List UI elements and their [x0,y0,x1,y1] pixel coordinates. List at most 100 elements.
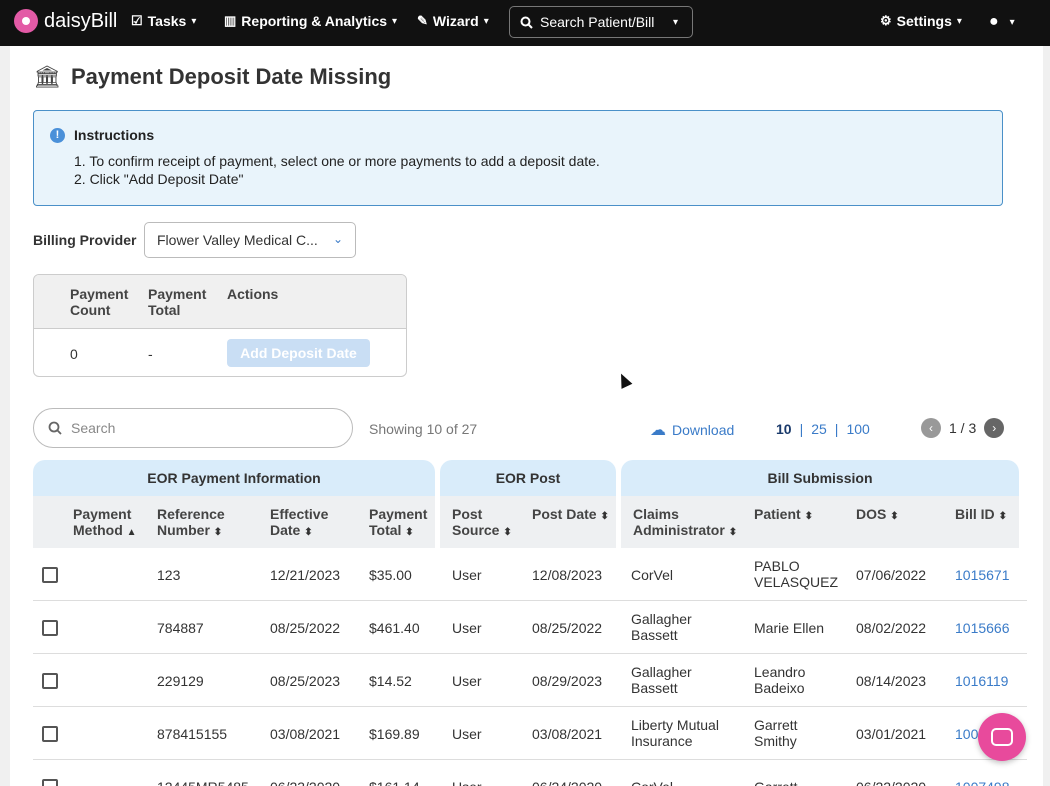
page-size-10[interactable]: 10 [776,421,792,437]
col-dos[interactable]: DOS ⬍ [856,506,916,525]
col-label: Bill ID [955,506,995,522]
row-checkbox[interactable] [42,673,58,689]
cell-total: $14.52 [369,673,412,689]
prev-page-button[interactable]: ‹ [921,418,941,438]
daisy-logo-icon [14,9,38,33]
cell-bill[interactable]: 1015666 [955,620,1010,636]
table-search-input[interactable]: Search [33,408,353,448]
sort-icon: ⬍ [503,527,512,538]
billing-provider-select[interactable]: Flower Valley Medical C... ⌄ [144,222,356,258]
search-placeholder: Search [71,420,116,436]
col-label: Patient [754,506,801,522]
cell-bill[interactable]: 1015671 [955,567,1010,583]
cell-bill[interactable]: 1016119 [955,673,1008,689]
instruction-step-1: 1. To confirm receipt of payment, select… [74,153,600,169]
payments-table: EOR Payment Information EOR Post Bill Su… [33,460,1027,786]
patient-bill-search[interactable]: Search Patient/Bill ▾ [509,6,693,38]
sort-icon: ⬍ [804,511,813,522]
nav-tasks-label: Tasks [147,13,187,29]
cell-eff: 08/25/2022 [270,620,341,636]
table-row: 12445MR5485 06/23/2020 $161.14 User 06/24/20… [33,760,1027,786]
mouse-cursor-icon [615,371,633,389]
col-label: Post Date [532,506,597,522]
cell-ref: 12445MR5485 [157,779,249,786]
cell-line: Liberty Mutual [631,717,719,733]
col-label: Post Source [452,506,500,538]
sort-icon: ⬍ [890,511,899,522]
cell-eff: 03/08/2021 [270,726,341,742]
cell-patient: Garrett Smithy [754,717,798,749]
cell-src: User [452,726,482,742]
nav-wizard[interactable]: ✎ Wizard ▾ [417,13,489,29]
cell-dos: 08/02/2022 [856,620,927,636]
col-patient[interactable]: Patient ⬍ [754,506,824,525]
cell-claims-administrator: Gallagher Bassett [631,611,692,643]
instructions-panel: ! Instructions 1. To confirm receipt of … [33,110,1003,206]
col-post-date[interactable]: Post Date ⬍ [532,506,612,525]
cell-src: User [452,673,482,689]
chat-launcher-button[interactable] [978,713,1026,761]
nav-tasks[interactable]: ☑ Tasks ▾ [131,13,196,29]
cell-bill[interactable]: 1007498 [955,779,1010,786]
download-label: Download [672,422,735,438]
logo-text: daisyBill [44,9,118,32]
cell-line: Bassett [631,627,678,643]
cell-post: 08/25/2022 [532,620,603,636]
instruction-step-2: 2. Click "Add Deposit Date" [74,171,244,187]
page-size-100[interactable]: 100 [846,421,869,437]
top-nav: daisyBill ☑ Tasks ▾ ▥ Reporting & Analyt… [0,0,1050,46]
col-post-source[interactable]: Post Source ⬍ [452,506,512,541]
payment-summary: Payment Count Payment Total Actions 0 - … [33,274,407,377]
col-payment-total[interactable]: Payment Total ⬍ [369,506,434,541]
patient-bill-search-label: Search Patient/Bill [540,14,655,30]
page-size-selector: 10 | 25 | 100 [776,421,870,437]
wand-icon: ✎ [417,13,428,28]
logo[interactable]: daisyBill [14,9,117,33]
cell-line: Gallagher [631,664,692,680]
sort-icon: ⬍ [304,527,313,538]
search-icon [48,421,62,435]
row-checkbox[interactable] [42,779,58,786]
col-label: DOS [856,506,887,522]
showing-count: Showing 10 of 27 [369,421,478,437]
cell-src: User [452,779,482,786]
cell-eff: 08/25/2023 [270,673,341,689]
chat-icon [991,728,1013,746]
divider: | [799,421,804,437]
cell-dos: 08/14/2023 [856,673,927,689]
page-size-25[interactable]: 25 [811,421,827,437]
cell-patient: Leandro Badeixo [754,664,805,696]
col-effective-date[interactable]: Effective Date ⬍ [270,506,340,541]
sort-icon: ⬍ [600,511,609,522]
col-claims-administrator[interactable]: Claims Administrator ⬍ [633,506,738,541]
col-reference-number[interactable]: Reference Number ⬍ [157,506,237,541]
row-checkbox[interactable] [42,620,58,636]
page-header: 🏛 Payment Deposit Date Missing [33,64,391,90]
row-checkbox[interactable] [42,726,58,742]
summary-header: Payment Count Payment Total Actions [34,275,406,329]
col-payment-method[interactable]: Payment Method ▲ [73,506,143,541]
cell-line: Garrett [754,779,798,786]
col-label: Effective Date [270,506,329,538]
download-button[interactable]: ☁ Download [650,420,734,440]
summary-row: 0 - Add Deposit Date [34,329,406,376]
cell-post: 06/24/2020 [532,779,602,786]
next-page-button[interactable]: › [984,418,1005,438]
chevron-down-icon: ⌄ [332,232,343,246]
cell-line: Bassett [631,680,678,696]
billing-provider-value: Flower Valley Medical C... [157,232,318,248]
cell-src: User [452,567,482,583]
add-deposit-date-button[interactable]: Add Deposit Date [227,339,370,367]
table-row: 878415155 03/08/2021 $169.89 User 03/08/2021… [33,707,1027,760]
user-avatar-icon: ● [989,13,999,30]
nav-reporting[interactable]: ▥ Reporting & Analytics ▾ [224,13,397,29]
col-bill-id[interactable]: Bill ID ⬍ [955,506,1015,525]
col-label: Payment Total [369,506,428,538]
row-checkbox[interactable] [42,567,58,583]
nav-settings[interactable]: ⚙ Settings ▾ [880,13,962,29]
cell-line: Gallagher [631,611,692,627]
summary-header-actions: Actions [227,286,279,302]
cell-line: Smithy [754,733,797,749]
user-menu[interactable]: ● ▾ [989,13,1015,31]
sort-icon: ⬍ [728,527,738,538]
